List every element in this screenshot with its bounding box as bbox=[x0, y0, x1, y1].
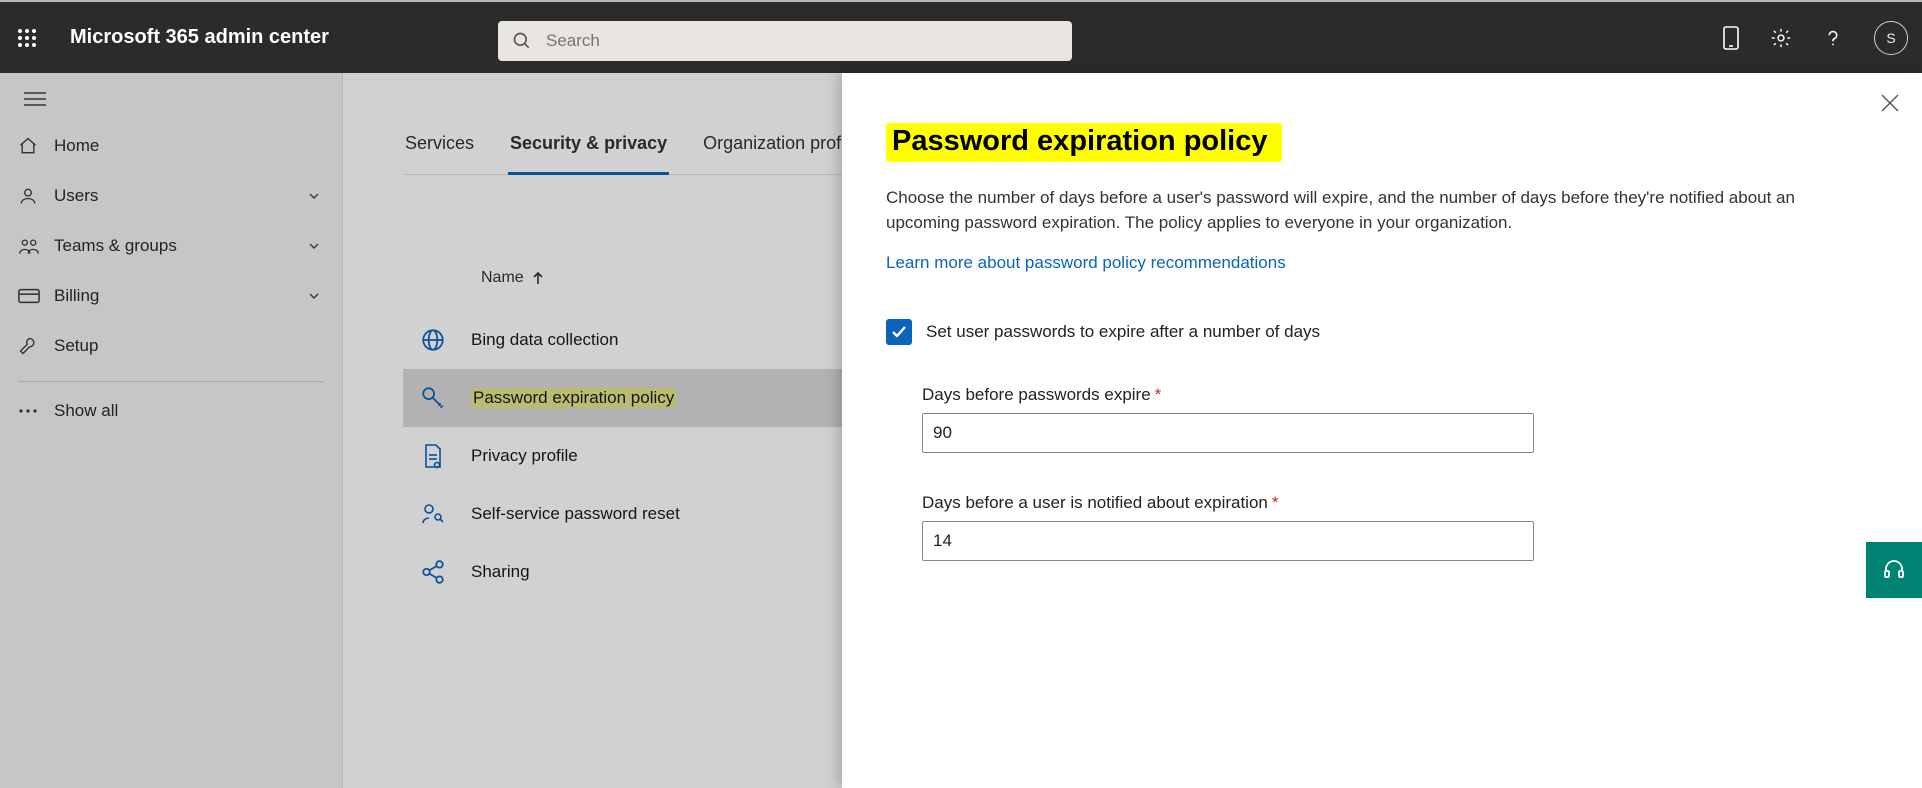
learn-more-link[interactable]: Learn more about password policy recomme… bbox=[886, 253, 1878, 273]
gear-icon[interactable] bbox=[1770, 27, 1792, 49]
key-icon bbox=[417, 385, 449, 411]
sidebar-item-label: Home bbox=[54, 136, 99, 156]
sidebar-item-label: Show all bbox=[54, 401, 118, 421]
expire-checkbox-row[interactable]: Set user passwords to expire after a num… bbox=[886, 319, 1878, 345]
list-item-label: Password expiration policy bbox=[471, 388, 676, 408]
field-days-before-expire: Days before passwords expire* bbox=[922, 385, 1538, 453]
panel-title: Password expiration policy bbox=[886, 123, 1282, 162]
help-icon[interactable] bbox=[1822, 27, 1844, 49]
sidebar-item-users[interactable]: Users bbox=[0, 171, 342, 221]
share-icon bbox=[417, 559, 449, 585]
days-before-notify-input[interactable] bbox=[922, 521, 1534, 561]
sidebar-item-label: Users bbox=[54, 186, 98, 206]
list-item-label: Self-service password reset bbox=[471, 504, 680, 524]
sidebar-item-setup[interactable]: Setup bbox=[0, 321, 342, 371]
required-asterisk: * bbox=[1272, 493, 1279, 512]
ellipsis-icon bbox=[18, 408, 54, 414]
device-icon[interactable] bbox=[1722, 25, 1740, 51]
search-input[interactable] bbox=[546, 31, 1058, 51]
billing-icon bbox=[18, 288, 54, 304]
search-box[interactable] bbox=[498, 21, 1072, 61]
headset-icon bbox=[1882, 558, 1906, 582]
list-item-label: Bing data collection bbox=[471, 330, 618, 350]
sort-ascending-icon bbox=[532, 271, 544, 285]
field-days-before-notify: Days before a user is notified about exp… bbox=[922, 493, 1538, 561]
sidebar-item-teams-groups[interactable]: Teams & groups bbox=[0, 221, 342, 271]
setup-icon bbox=[18, 336, 54, 356]
password-expiration-panel: Password expiration policy Choose the nu… bbox=[842, 73, 1922, 788]
checkbox-checked-icon[interactable] bbox=[886, 319, 912, 345]
home-icon bbox=[18, 136, 54, 156]
app-launcher-button[interactable] bbox=[0, 2, 54, 73]
panel-description: Choose the number of days before a user'… bbox=[886, 186, 1806, 235]
required-asterisk: * bbox=[1155, 385, 1162, 404]
list-item-label: Privacy profile bbox=[471, 446, 578, 466]
sidebar-item-show-all[interactable]: Show all bbox=[0, 386, 342, 436]
sidebar-item-billing[interactable]: Billing bbox=[0, 271, 342, 321]
top-bar: Microsoft 365 admin center S bbox=[0, 0, 1922, 73]
sidebar-item-label: Setup bbox=[54, 336, 98, 356]
list-item-label: Sharing bbox=[471, 562, 530, 582]
top-right-icons: S bbox=[1722, 2, 1908, 73]
days-before-expire-input[interactable] bbox=[922, 413, 1534, 453]
globe-icon bbox=[417, 327, 449, 353]
user-icon bbox=[18, 186, 54, 206]
waffle-icon bbox=[17, 28, 37, 48]
document-icon bbox=[417, 443, 449, 469]
search-icon bbox=[512, 31, 532, 51]
checkbox-label: Set user passwords to expire after a num… bbox=[926, 322, 1320, 342]
chevron-down-icon bbox=[306, 288, 322, 304]
help-fab-button[interactable] bbox=[1866, 542, 1922, 598]
sidebar-item-home[interactable]: Home bbox=[0, 121, 342, 171]
tab-organization-profile[interactable]: Organization profile bbox=[701, 125, 861, 174]
field-label: Days before a user is notified about exp… bbox=[922, 493, 1538, 513]
product-title: Microsoft 365 admin center bbox=[70, 26, 329, 49]
sidebar-item-label: Billing bbox=[54, 286, 99, 306]
field-label: Days before passwords expire* bbox=[922, 385, 1538, 405]
left-nav: Home Users Teams & groups Billing bbox=[0, 73, 343, 788]
account-avatar[interactable]: S bbox=[1874, 21, 1908, 55]
person-key-icon bbox=[417, 501, 449, 527]
nav-collapse-button[interactable] bbox=[0, 85, 342, 121]
nav-divider bbox=[18, 381, 324, 382]
chevron-down-icon bbox=[306, 238, 322, 254]
close-button[interactable] bbox=[1880, 93, 1900, 113]
tab-services[interactable]: Services bbox=[403, 125, 476, 174]
sidebar-item-label: Teams & groups bbox=[54, 236, 177, 256]
group-icon bbox=[18, 236, 54, 256]
chevron-down-icon bbox=[306, 188, 322, 204]
tab-security-privacy[interactable]: Security & privacy bbox=[508, 125, 669, 174]
